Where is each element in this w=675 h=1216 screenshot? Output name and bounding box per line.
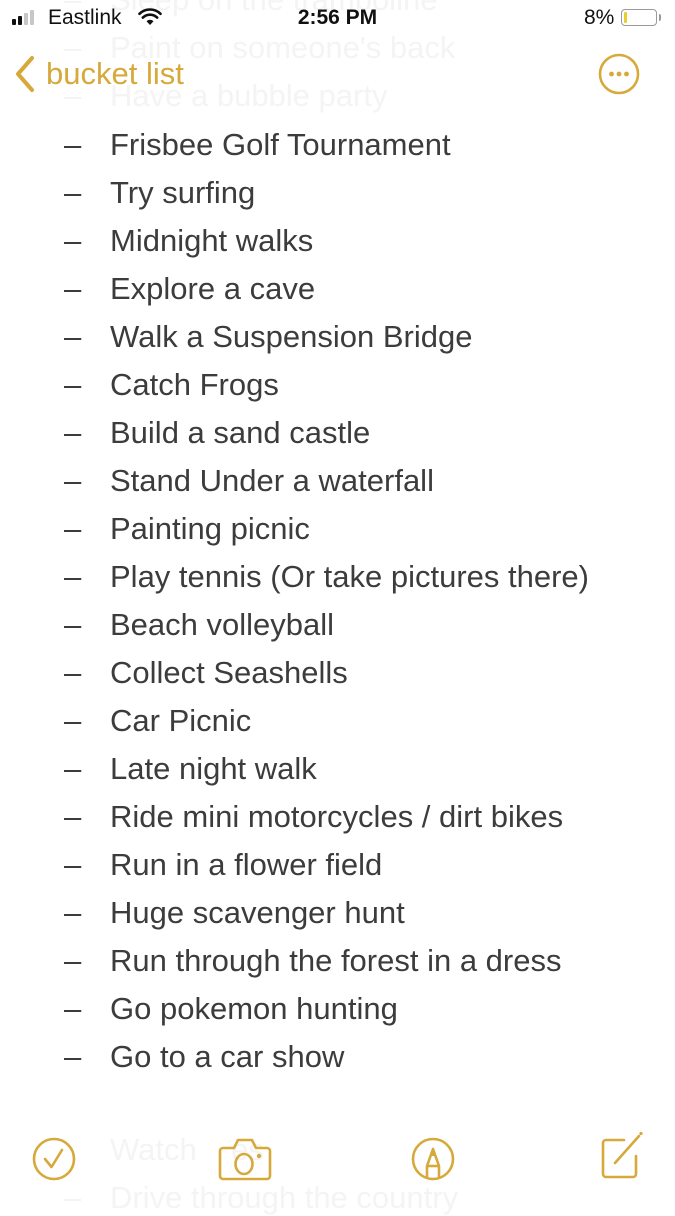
bullet-dash: – <box>64 415 82 450</box>
bullet-dash: – <box>64 127 82 162</box>
list-item[interactable]: – Play tennis (Or take pictures there) <box>0 553 675 601</box>
list-item-text: Midnight walks <box>110 223 314 258</box>
chevron-left-icon <box>16 56 34 92</box>
battery-tip <box>659 14 661 21</box>
bullet-dash: – <box>64 943 82 978</box>
nav-bar: bucket list <box>0 50 675 100</box>
list-item-text: Huge scavenger hunt <box>110 895 405 930</box>
list-item-text: Try surfing <box>110 175 256 210</box>
list-item-text: Explore a cave <box>110 271 316 306</box>
list-item-text: Catch Frogs <box>110 367 279 402</box>
bullet-dash: – <box>64 703 82 738</box>
list-item[interactable]: – Go to a car show <box>0 1033 675 1081</box>
list-item-text: Ride mini motorcycles / dirt bikes <box>110 799 564 834</box>
list-item-text: Frisbee Golf Tournament <box>110 127 451 162</box>
bullet-dash: – <box>64 367 82 402</box>
battery-icon <box>621 9 657 26</box>
list-item-text: Run in a flower field <box>110 847 383 882</box>
list-item[interactable]: – Explore a cave <box>0 265 675 313</box>
bullet-dash: – <box>64 511 82 546</box>
note-body[interactable]: – Frisbee Golf Tournament – Try surfing – Mid… <box>0 121 675 1115</box>
camera-icon[interactable] <box>217 1136 273 1182</box>
list-item-text: Play tennis (Or take pictures there) <box>110 559 589 594</box>
status-bar: Eastlink 2:56 PM 8% <box>0 0 675 38</box>
bullet-list: – Frisbee Golf Tournament – Try surfing – Mid… <box>0 121 675 1081</box>
list-item[interactable]: – Huge scavenger hunt <box>0 889 675 937</box>
list-item[interactable]: – Beach volleyball <box>0 601 675 649</box>
bullet-dash: – <box>64 175 82 210</box>
list-item-text: Painting picnic <box>110 511 310 546</box>
bullet-dash: – <box>64 655 82 690</box>
list-item[interactable]: – Walk a Suspension Bridge <box>0 313 675 361</box>
bullet-dash: – <box>64 1039 82 1074</box>
bullet-dash: – <box>64 319 82 354</box>
list-item[interactable]: – Stand Under a waterfall <box>0 457 675 505</box>
bullet-dash: – <box>64 751 82 786</box>
markup-icon[interactable] <box>410 1136 456 1182</box>
list-item-text: Stand Under a waterfall <box>110 463 434 498</box>
bullet-dash: – <box>64 271 82 306</box>
list-item[interactable]: – Catch Frogs <box>0 361 675 409</box>
compose-icon[interactable] <box>598 1130 644 1180</box>
checklist-icon[interactable] <box>31 1136 77 1182</box>
bullet-dash: – <box>64 607 82 642</box>
list-item-text: Run through the forest in a dress <box>110 943 562 978</box>
bullet-dash: – <box>64 463 82 498</box>
bottom-toolbar <box>0 1130 675 1190</box>
bullet-dash: – <box>64 847 82 882</box>
list-item-text: Late night walk <box>110 751 317 786</box>
bullet-dash: – <box>64 895 82 930</box>
list-item-text: Go pokemon hunting <box>110 991 398 1026</box>
list-item[interactable]: – Go pokemon hunting <box>0 985 675 1033</box>
list-item[interactable]: – Try surfing <box>0 169 675 217</box>
bullet-dash: – <box>64 559 82 594</box>
back-button[interactable]: bucket list <box>14 54 184 94</box>
list-item[interactable]: – Run in a flower field <box>0 841 675 889</box>
list-item[interactable]: – Collect Seashells <box>0 649 675 697</box>
bullet-dash: – <box>64 991 82 1026</box>
list-item-text: Go to a car show <box>110 1039 345 1074</box>
bullet-dash: – <box>64 223 82 258</box>
back-label: bucket list <box>46 56 184 91</box>
list-item[interactable]: – Frisbee Golf Tournament <box>0 121 675 169</box>
list-item[interactable]: – Car Picnic <box>0 697 675 745</box>
list-item[interactable]: – Midnight walks <box>0 217 675 265</box>
list-item[interactable]: – Painting picnic <box>0 505 675 553</box>
battery-percent: 8% <box>584 6 615 29</box>
list-item[interactable]: – Build a sand castle <box>0 409 675 457</box>
bullet-dash: – <box>64 799 82 834</box>
list-item[interactable]: – Late night walk <box>0 745 675 793</box>
more-options-button[interactable] <box>598 53 640 95</box>
list-item-text: Collect Seashells <box>110 655 348 690</box>
list-item-text: Build a sand castle <box>110 415 371 450</box>
clock: 2:56 PM <box>297 6 378 29</box>
list-item-text: Beach volleyball <box>110 607 335 642</box>
list-item[interactable]: – Ride mini motorcycles / dirt bikes <box>0 793 675 841</box>
list-item-text: Walk a Suspension Bridge <box>110 319 473 354</box>
list-item-text: Car Picnic <box>110 703 252 738</box>
list-item[interactable]: – Run through the forest in a dress <box>0 937 675 985</box>
